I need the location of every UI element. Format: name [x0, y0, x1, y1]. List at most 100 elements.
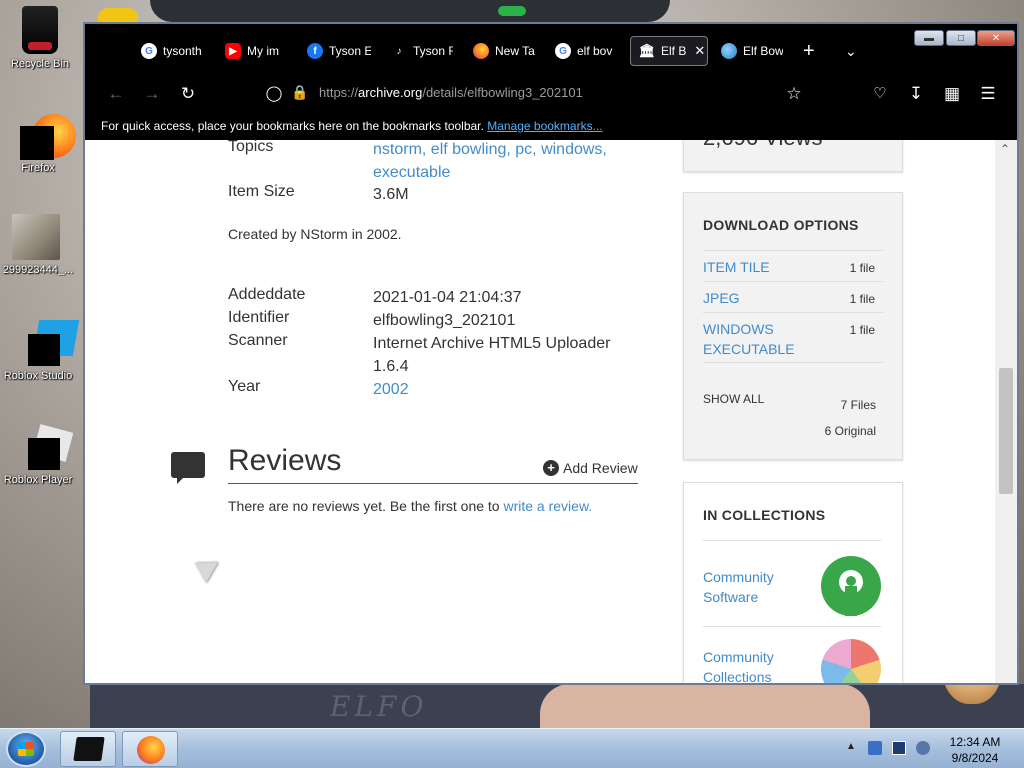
download-link[interactable]: WINDOWS EXECUTABLE [703, 319, 813, 359]
tab-youtube[interactable]: ▶ My im [225, 36, 287, 66]
metadata-value: 2021-01-04 21:04:37 [373, 289, 522, 306]
download-link[interactable]: ITEM TILE [703, 257, 813, 277]
firefox-icon [473, 43, 489, 59]
topics-key: Topics [228, 140, 274, 155]
add-review-button[interactable]: + Add Review [543, 460, 638, 476]
show-all-link[interactable]: SHOW ALL [703, 392, 764, 406]
desktop-icon-label: 299923444_... [2, 264, 74, 276]
topics-links-line2[interactable]: executable [373, 161, 633, 184]
google-icon: G [141, 43, 157, 59]
collections-mosaic-icon [821, 639, 881, 683]
download-row-windows-executable: WINDOWS EXECUTABLE 1 file [703, 312, 883, 363]
total-files: 7 Files [840, 398, 876, 412]
desktop-icon-label: Roblox Player [3, 474, 73, 486]
wallpaper-green-light [498, 6, 526, 16]
metadata-key: Addeddate [228, 286, 306, 303]
wallpaper-text: ELFO [330, 690, 428, 723]
extensions-button[interactable]: ▦ [941, 84, 963, 104]
metadata-key: Year [228, 378, 261, 395]
download-link[interactable]: JPEG [703, 288, 813, 308]
minimize-icon: ▬ [924, 32, 934, 44]
scroll-thumb[interactable] [999, 368, 1013, 494]
volume-icon[interactable] [916, 741, 930, 755]
item-size-key: Item Size [228, 183, 295, 200]
tracking-protection-button[interactable]: ◯ [263, 84, 285, 102]
terminal-icon [73, 737, 105, 761]
metadata-value: Internet Archive HTML5 Uploader 1.6.4 [373, 335, 611, 375]
desktop-icon-label: Recycle Bin [10, 58, 70, 70]
collection-community-collections[interactable]: Community Collections [703, 626, 881, 683]
topics-links-line1[interactable]: nstorm, elf bowling, pc, windows, [373, 140, 633, 161]
desktop-icon-recycle-bin[interactable]: Recycle Bin [0, 6, 80, 70]
url-bar[interactable]: https://archive.org/details/elfbowling3_… [319, 85, 583, 100]
tab-tiktok[interactable]: ♪ Tyson F [391, 36, 453, 66]
download-row-jpeg: JPEG 1 file [703, 281, 883, 312]
tab-archive-active[interactable]: 🏛 Elf B ✕ [630, 36, 708, 66]
maximize-button[interactable]: □ [946, 30, 976, 46]
manage-bookmarks-link[interactable]: Manage bookmarks... [487, 119, 602, 133]
tab-google-tysonth[interactable]: G tysonth [141, 36, 201, 66]
youtube-icon: ▶ [225, 43, 241, 59]
tab-title: elf bov [577, 44, 613, 58]
lock-icon: 🔒 [291, 84, 309, 100]
photo-thumbnail [12, 214, 60, 260]
maximize-icon: □ [957, 32, 965, 44]
tab-title: Elf Bow [743, 44, 783, 58]
show-hidden-icons-button[interactable]: ▲ [846, 741, 860, 755]
reload-button[interactable]: ↻ [177, 84, 199, 104]
pocket-button[interactable]: ♡ [869, 84, 891, 102]
firefox-icon [137, 736, 165, 764]
tab-new-tab[interactable]: New Ta [473, 36, 535, 66]
site-info-button[interactable]: 🔒 [289, 84, 311, 101]
tab-google-elf-bowling[interactable]: G elf bov [555, 36, 617, 66]
google-icon: G [555, 43, 571, 59]
taskbar-app-firefox[interactable] [122, 731, 178, 767]
collection-link[interactable]: Community Software [703, 567, 783, 607]
shield-icon: ◯ [265, 85, 283, 102]
metadata-value: elfbowling3_202101 [373, 312, 516, 329]
close-window-button[interactable]: ✕ [977, 30, 1015, 46]
hamburger-menu-icon: ☰ [980, 84, 996, 103]
desktop-icon-label: Roblox Studio [3, 370, 73, 382]
desktop-icon-roblox-player[interactable]: Roblox Player [0, 424, 78, 486]
download-options-panel: DOWNLOAD OPTIONS ITEM TILE 1 file JPEG 1… [683, 192, 903, 460]
bookmark-star-button[interactable]: ☆ [783, 84, 805, 104]
forward-button[interactable]: → [141, 84, 163, 104]
network-icon[interactable] [892, 741, 906, 755]
collection-link[interactable]: Community Collections [703, 647, 783, 683]
desktop-icon-roblox-studio[interactable]: Roblox Studio [0, 320, 80, 382]
open-source-logo-icon [821, 556, 881, 616]
tab-elf-bowling[interactable]: Elf Bow [721, 36, 783, 66]
start-button[interactable] [6, 731, 46, 767]
menu-button[interactable]: ☰ [977, 84, 999, 104]
url-prefix: https:// [319, 85, 359, 100]
download-icon: ↧ [908, 84, 924, 103]
desktop-icon-label: Firefox [21, 162, 55, 174]
desktop-icon-photo[interactable]: 299923444_... [0, 214, 78, 276]
clock[interactable]: 12:34 AM 9/8/2024 [940, 734, 1010, 766]
list-all-tabs-button[interactable]: ⌄ [845, 36, 865, 66]
vertical-scrollbar[interactable]: ⌃ [995, 140, 1017, 683]
desktop-icon-firefox[interactable]: Firefox [0, 114, 78, 174]
recycle-bin-icon [22, 6, 58, 54]
back-button[interactable]: ← [105, 84, 127, 104]
write-review-link[interactable]: write a review. [503, 498, 592, 514]
chevron-down-icon: ⌄ [845, 42, 857, 59]
minimize-button[interactable]: ▬ [914, 30, 944, 46]
new-tab-button[interactable]: + [803, 36, 823, 66]
tab-title: Elf B [661, 44, 687, 58]
tiktok-icon: ♪ [391, 43, 407, 59]
close-icon: ✕ [991, 32, 1001, 44]
topics-value: nstorm, elf bowling, pc, windows, execut… [373, 140, 633, 184]
year-link[interactable]: 2002 [373, 378, 633, 401]
scroll-up-icon[interactable]: ⌃ [1000, 142, 1010, 156]
downloads-button[interactable]: ↧ [905, 84, 927, 104]
no-reviews-message: There are no reviews yet. Be the first o… [228, 498, 592, 514]
close-tab-icon[interactable]: ✕ [694, 43, 705, 59]
collection-community-software[interactable]: Community Software [703, 540, 881, 626]
plus-circle-icon: + [543, 460, 559, 476]
tab-facebook[interactable]: f Tyson E [307, 36, 371, 66]
taskbar-app-terminal[interactable] [60, 731, 116, 767]
tray-app-icon[interactable] [868, 741, 882, 755]
tab-title: Tyson E [329, 44, 371, 58]
